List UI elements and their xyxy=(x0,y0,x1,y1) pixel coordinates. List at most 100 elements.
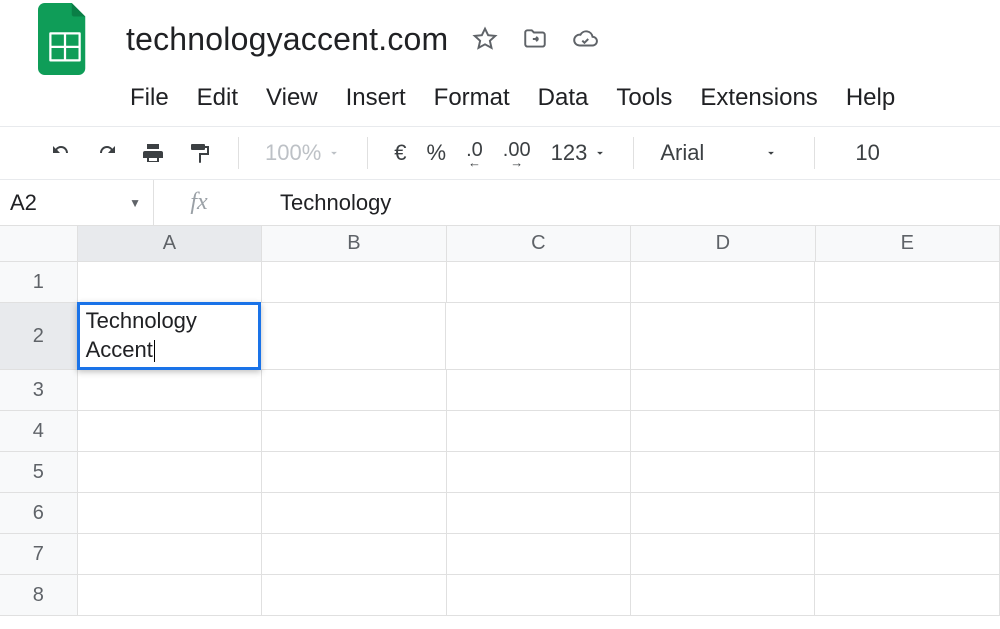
print-icon[interactable] xyxy=(140,140,166,166)
cell-C1[interactable] xyxy=(447,262,631,302)
cell-D8[interactable] xyxy=(631,575,815,615)
cell-E3[interactable] xyxy=(815,370,999,410)
undo-icon[interactable] xyxy=(48,140,74,166)
menu-extensions[interactable]: Extensions xyxy=(700,84,817,112)
more-formats-button[interactable]: 123 xyxy=(551,140,608,166)
toolbar-separator xyxy=(814,137,815,169)
cell-A8[interactable] xyxy=(78,575,262,615)
row-header-7[interactable]: 7 xyxy=(0,534,78,574)
cell-D1[interactable] xyxy=(631,262,815,302)
column-header-B[interactable]: B xyxy=(262,226,446,261)
menu-insert[interactable]: Insert xyxy=(346,84,406,112)
redo-icon[interactable] xyxy=(94,140,120,166)
row-7: 7 xyxy=(0,534,1000,575)
cell-B2[interactable] xyxy=(261,303,446,369)
font-selector[interactable]: Arial xyxy=(660,140,788,166)
cell-C4[interactable] xyxy=(447,411,631,451)
row-8: 8 xyxy=(0,575,1000,616)
row-header-6[interactable]: 6 xyxy=(0,493,78,533)
cell-D3[interactable] xyxy=(631,370,815,410)
row-header-1[interactable]: 1 xyxy=(0,262,78,302)
format-percent-button[interactable]: % xyxy=(427,140,447,166)
cell-D5[interactable] xyxy=(631,452,815,492)
font-size-input[interactable]: 10 xyxy=(841,140,879,166)
row-header-5[interactable]: 5 xyxy=(0,452,78,492)
cell-D6[interactable] xyxy=(631,493,815,533)
cell-A1[interactable] xyxy=(78,262,262,302)
cell-A3[interactable] xyxy=(78,370,262,410)
column-header-C[interactable]: C xyxy=(447,226,631,261)
star-icon[interactable] xyxy=(472,26,498,52)
formula-input[interactable]: Technology xyxy=(244,190,391,216)
menu-tools[interactable]: Tools xyxy=(616,84,672,112)
column-header-A[interactable]: A xyxy=(78,226,262,261)
cell-A7[interactable] xyxy=(78,534,262,574)
cell-A4[interactable] xyxy=(78,411,262,451)
right-arrow-icon: → xyxy=(510,160,523,165)
cell-C2[interactable] xyxy=(446,303,631,369)
cell-C6[interactable] xyxy=(447,493,631,533)
cell-E8[interactable] xyxy=(815,575,999,615)
paint-format-icon[interactable] xyxy=(186,140,212,166)
zoom-selector[interactable]: 100% xyxy=(265,140,341,166)
toolbar-separator xyxy=(238,137,239,169)
row-6: 6 xyxy=(0,493,1000,534)
document-title[interactable]: technologyaccent.com xyxy=(126,21,448,58)
column-header-E[interactable]: E xyxy=(816,226,1000,261)
dropdown-icon: ▼ xyxy=(129,196,141,210)
cell-C8[interactable] xyxy=(447,575,631,615)
menu-help[interactable]: Help xyxy=(846,84,895,112)
menu-data[interactable]: Data xyxy=(538,84,589,112)
cell-B3[interactable] xyxy=(262,370,446,410)
row-header-2[interactable]: 2 xyxy=(0,303,78,369)
fx-icon: fx xyxy=(154,189,244,216)
increase-decimal-button[interactable]: .00 → xyxy=(503,140,531,165)
row-header-4[interactable]: 4 xyxy=(0,411,78,451)
row-1: 1 xyxy=(0,262,1000,303)
row-header-8[interactable]: 8 xyxy=(0,575,78,615)
text-cursor xyxy=(154,340,155,362)
cell-B8[interactable] xyxy=(262,575,446,615)
cell-C5[interactable] xyxy=(447,452,631,492)
move-to-folder-icon[interactable] xyxy=(522,26,548,52)
sheets-logo[interactable] xyxy=(38,3,92,75)
rows-container: 1 2 Technology Accent 3 xyxy=(0,262,1000,616)
decrease-decimal-button[interactable]: .0 ← xyxy=(466,140,483,165)
cell-B5[interactable] xyxy=(262,452,446,492)
cell-A5[interactable] xyxy=(78,452,262,492)
cell-E5[interactable] xyxy=(815,452,999,492)
menu-format[interactable]: Format xyxy=(434,84,510,112)
toolbar-separator xyxy=(367,137,368,169)
cell-D7[interactable] xyxy=(631,534,815,574)
left-arrow-icon: ← xyxy=(468,160,481,165)
cloud-saved-icon[interactable] xyxy=(572,26,598,52)
cell-E6[interactable] xyxy=(815,493,999,533)
name-box[interactable]: A2 ▼ xyxy=(0,180,154,225)
menu-edit[interactable]: Edit xyxy=(197,84,238,112)
spreadsheet-grid: A B C D E 1 2 Technology Accent xyxy=(0,226,1000,616)
cell-B6[interactable] xyxy=(262,493,446,533)
cell-A6[interactable] xyxy=(78,493,262,533)
cell-B4[interactable] xyxy=(262,411,446,451)
column-header-D[interactable]: D xyxy=(631,226,815,261)
cell-E4[interactable] xyxy=(815,411,999,451)
cell-B1[interactable] xyxy=(262,262,446,302)
cell-E7[interactable] xyxy=(815,534,999,574)
select-all-corner[interactable] xyxy=(0,226,78,261)
cell-C7[interactable] xyxy=(447,534,631,574)
cell-line-2: Accent xyxy=(86,337,153,362)
format-currency-button[interactable]: € xyxy=(394,140,406,166)
cell-C3[interactable] xyxy=(447,370,631,410)
cell-A2[interactable]: Technology Accent xyxy=(77,302,262,370)
column-headers: A B C D E xyxy=(0,226,1000,262)
cell-E2[interactable] xyxy=(815,303,1000,369)
cell-E1[interactable] xyxy=(815,262,999,302)
cell-B7[interactable] xyxy=(262,534,446,574)
menu-view[interactable]: View xyxy=(266,84,318,112)
more-formats-label: 123 xyxy=(551,140,588,166)
cell-D4[interactable] xyxy=(631,411,815,451)
cell-D2[interactable] xyxy=(631,303,816,369)
row-header-3[interactable]: 3 xyxy=(0,370,78,410)
menu-bar: File Edit View Insert Format Data Tools … xyxy=(0,70,1000,126)
menu-file[interactable]: File xyxy=(130,84,169,112)
